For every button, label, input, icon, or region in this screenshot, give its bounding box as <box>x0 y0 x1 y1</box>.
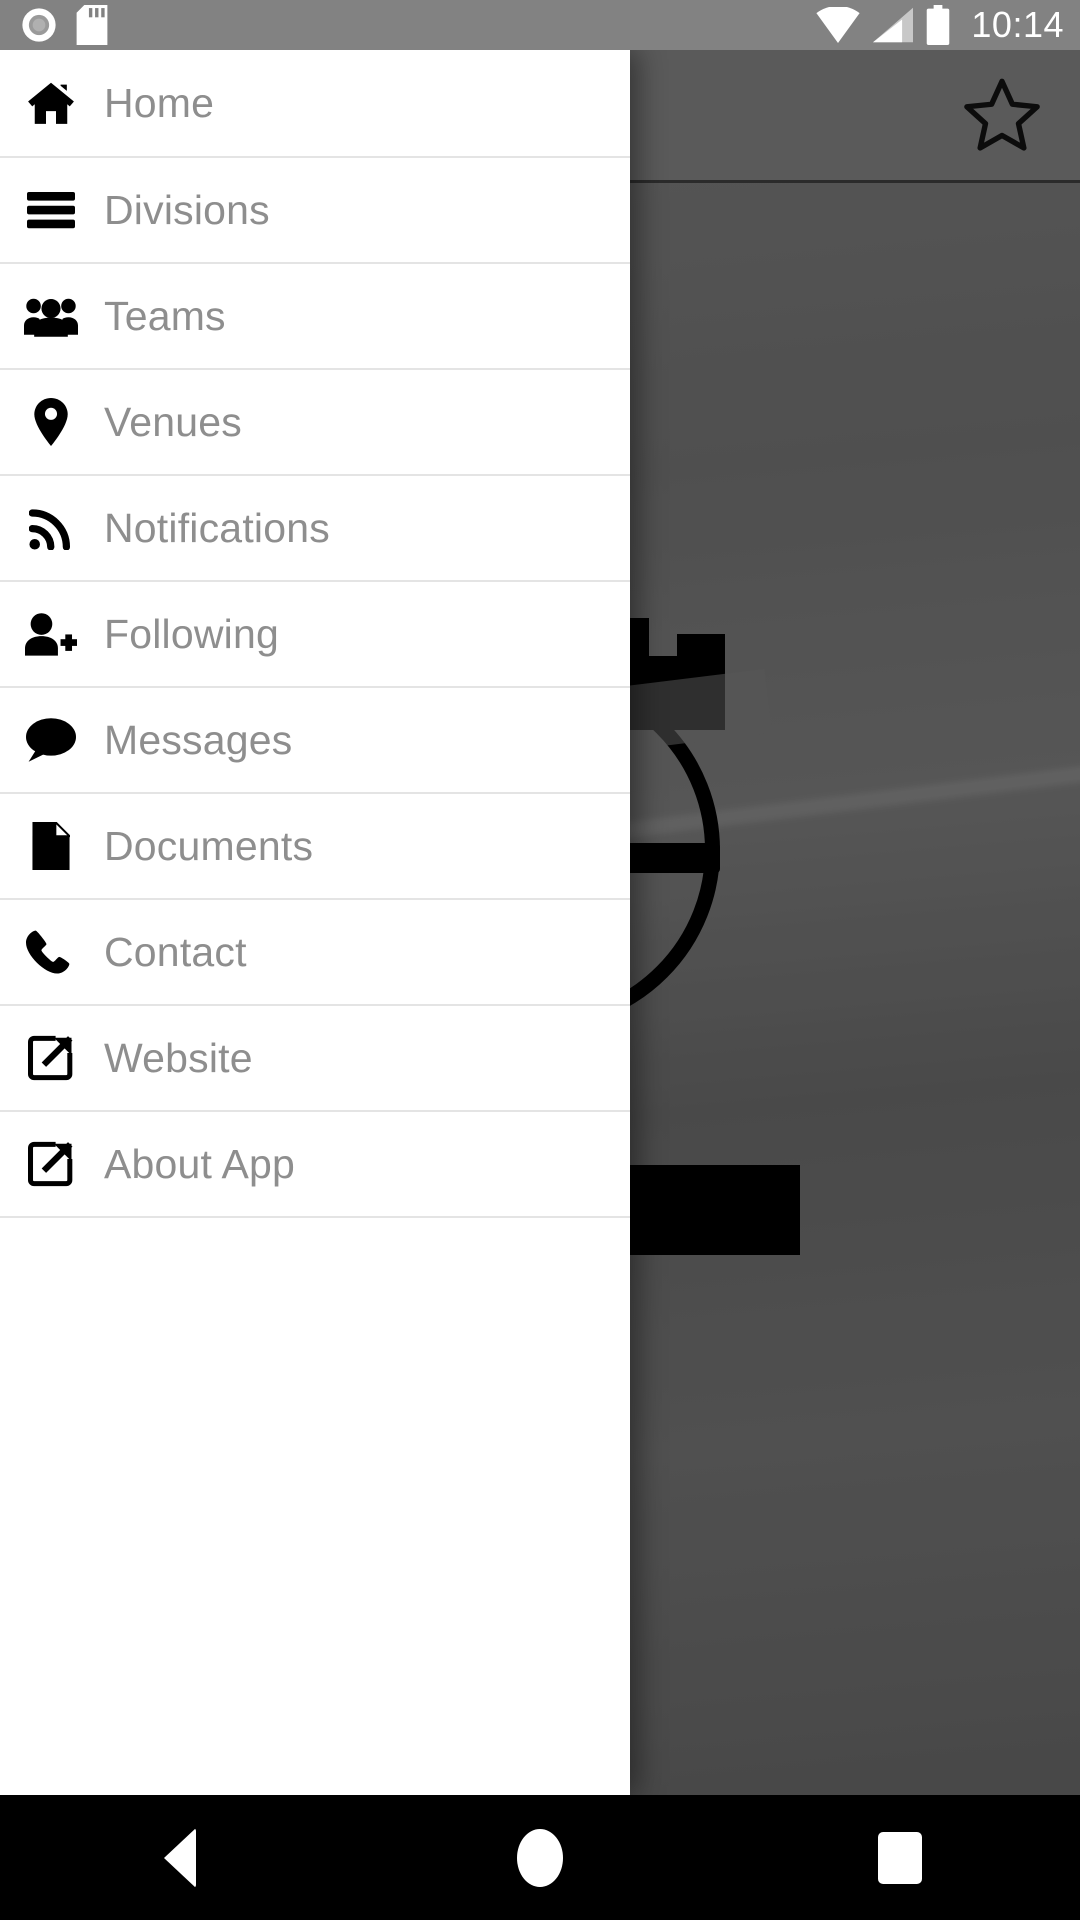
cellular-signal-icon <box>873 7 914 43</box>
document-file-icon <box>22 817 80 875</box>
drawer-item-label: Following <box>104 610 279 657</box>
drawer-item-website[interactable]: Website <box>0 1004 630 1110</box>
drawer-item-venues[interactable]: Venues <box>0 368 630 474</box>
drawer-item-label: Teams <box>104 292 226 339</box>
drawer-item-label: Home <box>104 79 215 126</box>
status-bar-right-icons: 10:14 <box>815 4 1064 46</box>
chat-bubble-icon <box>22 711 80 769</box>
phone-screen: inest n <box>0 0 1080 1920</box>
drawer-item-teams[interactable]: Teams <box>0 262 630 368</box>
drawer-item-label: Notifications <box>104 504 330 551</box>
external-link-icon <box>22 1029 80 1087</box>
rss-feed-icon <box>22 499 80 557</box>
battery-full-icon <box>927 5 950 45</box>
square-recents-icon <box>878 1831 922 1884</box>
drawer-item-label: Documents <box>104 822 314 869</box>
drawer-item-home[interactable]: Home <box>0 50 630 156</box>
drawer-item-messages[interactable]: Messages <box>0 686 630 792</box>
list-bars-icon <box>22 181 80 239</box>
status-bar-clock: 10:14 <box>971 4 1064 45</box>
triangle-back-icon <box>164 1827 196 1888</box>
drawer-empty-area <box>0 1216 630 1795</box>
navigation-drawer[interactable]: Home Divisions Teams Venues Notification… <box>0 50 630 1795</box>
drawer-item-label: Contact <box>104 928 247 975</box>
external-link-icon <box>22 1135 80 1193</box>
back-button[interactable] <box>0 1795 360 1920</box>
drawer-item-label: Messages <box>104 716 293 763</box>
home-button[interactable] <box>360 1795 720 1920</box>
drawer-item-documents[interactable]: Documents <box>0 792 630 898</box>
phone-icon <box>22 923 80 981</box>
system-navigation-bar <box>0 1795 1080 1920</box>
map-pin-icon <box>22 393 80 451</box>
recents-button[interactable] <box>720 1795 1080 1920</box>
drawer-item-label: Venues <box>104 398 242 445</box>
status-bar-left-icons <box>20 5 108 45</box>
drawer-item-following[interactable]: Following <box>0 580 630 686</box>
circle-home-icon <box>517 1828 563 1887</box>
drawer-item-divisions[interactable]: Divisions <box>0 156 630 262</box>
recording-indicator-icon <box>22 8 56 42</box>
drawer-item-contact[interactable]: Contact <box>0 898 630 1004</box>
drawer-item-label: Website <box>104 1034 253 1081</box>
drawer-item-label: About App <box>104 1140 296 1187</box>
drawer-item-label: Divisions <box>104 186 270 233</box>
home-icon <box>22 74 80 132</box>
group-users-icon <box>22 287 80 345</box>
status-bar: 10:14 <box>0 0 1080 50</box>
drawer-item-notifications[interactable]: Notifications <box>0 474 630 580</box>
wifi-icon <box>816 7 861 43</box>
drawer-item-about-app[interactable]: About App <box>0 1110 630 1216</box>
sd-card-icon <box>76 5 108 45</box>
user-plus-icon <box>22 605 80 663</box>
